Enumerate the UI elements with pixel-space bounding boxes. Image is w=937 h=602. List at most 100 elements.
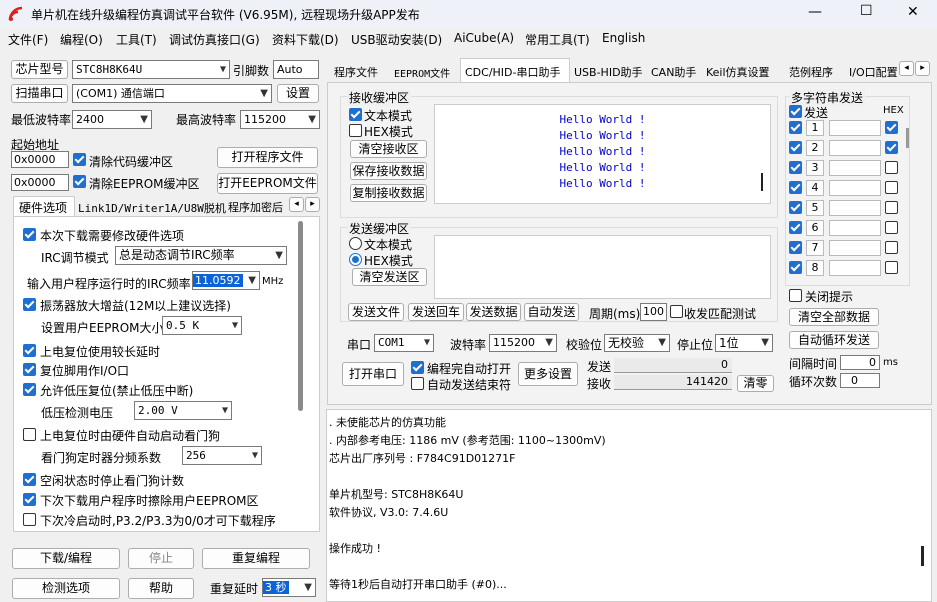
multi-row-hex-checkbox[interactable] [885,141,898,154]
settings-button[interactable]: 设置 [277,84,319,103]
eeprom-address-input[interactable]: 0x0000 [11,174,69,191]
tab-examples[interactable]: 范例程序 [789,64,833,80]
stop-bits-select[interactable]: 1位 ▼ [715,334,773,352]
pins-select[interactable]: Auto [273,60,319,79]
tab-eeprom-file[interactable]: EEPROM文件 [394,65,450,80]
multi-row-checkbox[interactable] [789,241,802,254]
menu-program[interactable]: 编程(O) [60,31,103,48]
copy-receive-button[interactable]: 复制接收数据 [350,184,427,202]
save-receive-button[interactable]: 保存接收数据 [350,162,427,180]
port-select[interactable]: (COM1) 通信端口 ▼ [72,84,272,103]
rx-text-mode-checkbox[interactable] [349,108,362,121]
receive-scrollbar[interactable] [761,173,763,191]
multi-row-input[interactable] [829,200,881,216]
osc-gain-checkbox[interactable] [23,298,36,311]
multi-row-checkbox[interactable] [789,181,802,194]
multi-row-checkbox[interactable] [789,121,802,134]
tabs-scroll-right-button[interactable]: ▸ [915,61,930,76]
multi-row-hex-checkbox[interactable] [885,241,898,254]
period-input[interactable]: 100 [640,303,667,321]
multi-row-send-button[interactable]: 3 [806,160,824,176]
multi-row-input[interactable] [829,140,881,156]
menu-common-tools[interactable]: 常用工具(T) [525,31,590,48]
multi-row-input[interactable] [829,120,881,136]
eeprom-size-select[interactable]: 0.5 K ▼ [162,316,242,335]
clear-eeprom-checkbox[interactable] [73,175,86,188]
chip-model-select[interactable]: STC8H8K64U ▼ [72,60,230,79]
multi-row-checkbox[interactable] [789,141,802,154]
code-address-input[interactable]: 0x0000 [11,151,69,168]
clear-all-data-button[interactable]: 清空全部数据 [789,308,879,326]
tab-hardware-options[interactable]: 硬件选项 [13,196,75,216]
clear-code-checkbox[interactable] [73,153,86,166]
auto-open-checkbox[interactable] [411,361,424,374]
auto-loop-send-button[interactable]: 自动循环发送 [789,331,879,349]
log-output[interactable]: . 未使能芯片的仿真功能 . 内部参考电压: 1186 mV (参考范围: 110… [326,409,932,602]
multi-row-hex-checkbox[interactable] [885,261,898,274]
reset-io-checkbox[interactable] [23,363,36,376]
multi-row-send-button[interactable]: 2 [806,140,824,156]
multi-row-hex-checkbox[interactable] [885,121,898,134]
multi-send-scrollbar[interactable] [906,128,909,148]
send-data-button[interactable]: 发送数据 [466,303,521,321]
reprogram-button[interactable]: 重复编程 [202,548,310,569]
tx-text-mode-radio[interactable] [349,237,362,250]
tab-scroll-right-button[interactable]: ▸ [305,197,320,212]
more-settings-button[interactable]: 更多设置 [518,362,578,386]
chip-model-label[interactable]: 芯片型号 [11,60,68,79]
repeat-delay-select[interactable]: 3 秒 ▼ [262,578,316,597]
stop-button[interactable]: 停止 [128,548,194,569]
send-file-button[interactable]: 发送文件 [348,303,404,321]
tab-usb-hid[interactable]: USB-HID助手 [574,64,643,80]
multi-row-checkbox[interactable] [789,201,802,214]
tab-scroll-left-button[interactable]: ◂ [289,197,304,212]
open-serial-button[interactable]: 打开串口 [342,362,404,386]
long-delay-checkbox[interactable] [23,344,36,357]
multi-row-hex-checkbox[interactable] [885,201,898,214]
clear-send-button[interactable]: 清空发送区 [352,268,427,286]
check-options-button[interactable]: 检测选项 [12,578,120,599]
options-scrollbar[interactable] [298,221,303,411]
open-eeprom-file-button[interactable]: 打开EEPROM文件 [217,173,318,194]
clear-count-button[interactable]: 清零 [737,375,774,392]
low-voltage-reset-checkbox[interactable] [23,383,36,396]
send-textarea[interactable] [434,235,771,299]
loops-input[interactable]: 0 [840,373,880,388]
maximize-button[interactable]: ☐ [860,3,873,19]
multi-row-checkbox[interactable] [789,221,802,234]
menu-download[interactable]: 资料下载(D) [272,31,339,48]
multi-row-send-button[interactable]: 1 [806,120,824,136]
multi-row-send-button[interactable]: 5 [806,200,824,216]
send-return-button[interactable]: 发送回车 [408,303,464,321]
minimize-button[interactable]: — [808,4,822,20]
tab-serial-assistant[interactable]: CDC/HID-串口助手 [460,58,570,82]
multi-row-send-button[interactable]: 6 [806,220,824,236]
menu-usb-driver[interactable]: USB驱动安装(D) [351,31,442,48]
open-program-file-button[interactable]: 打开程序文件 [217,147,318,168]
min-baud-select[interactable]: 2400 ▼ [72,110,152,129]
menu-english[interactable]: English [602,31,645,45]
tab-can[interactable]: CAN助手 [651,64,696,80]
tab-offline-writer[interactable]: Link1D/Writer1A/U8W脱机 [78,200,226,216]
watchdog-checkbox[interactable] [23,428,36,441]
parity-select[interactable]: 无校验 ▼ [604,334,670,352]
clear-receive-button[interactable]: 清空接收区 [350,140,427,158]
irc-freq-select[interactable]: 11.0592 ▼ [192,271,260,290]
close-button[interactable]: ✕ [907,4,919,20]
multi-row-send-button[interactable]: 7 [806,240,824,256]
receive-textarea[interactable]: Hello World ! Hello World ! Hello World … [434,104,771,204]
tabs-scroll-left-button[interactable]: ◂ [899,61,914,76]
watchdog-div-select[interactable]: 256 ▼ [182,446,262,465]
close-hint-checkbox[interactable] [789,289,802,302]
menu-file[interactable]: 文件(F) [8,31,48,48]
baud-select[interactable]: 115200 ▼ [489,334,557,352]
menu-aicube[interactable]: AiCube(A) [454,31,514,45]
rx-hex-mode-checkbox[interactable] [349,124,362,137]
multi-row-hex-checkbox[interactable] [885,221,898,234]
tab-keil-sim[interactable]: Keil仿真设置 [706,64,770,80]
log-scrollbar[interactable] [921,546,924,566]
multi-row-hex-checkbox[interactable] [885,161,898,174]
tx-hex-mode-radio[interactable] [349,253,362,266]
auto-terminator-checkbox[interactable] [411,377,424,390]
idle-stop-watchdog-checkbox[interactable] [23,473,36,486]
